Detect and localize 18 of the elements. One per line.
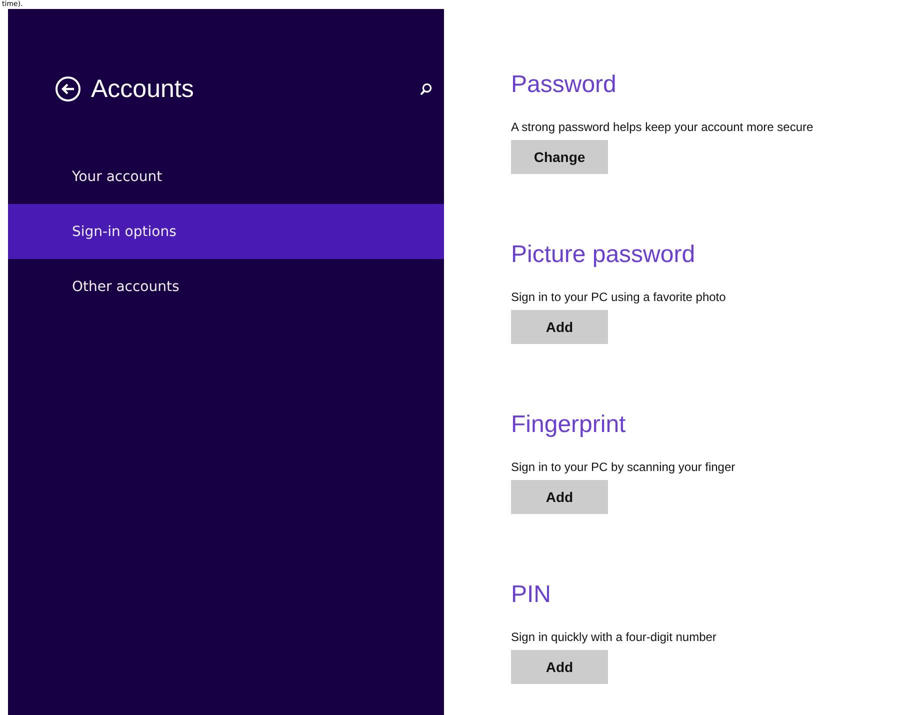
- section-heading: Fingerprint: [511, 411, 627, 440]
- section-description: Sign in quickly with a four-digit number: [511, 630, 718, 644]
- section-description: Sign in to your PC using a favorite photo: [511, 290, 727, 304]
- section-description: A strong password helps keep your account more secure: [511, 120, 814, 134]
- action-button[interactable]: Add: [511, 310, 608, 344]
- sidebar-item[interactable]: Your account: [8, 149, 444, 204]
- section-heading: PIN: [511, 581, 552, 610]
- back-icon[interactable]: [55, 76, 81, 102]
- action-button[interactable]: Change: [511, 140, 608, 174]
- search-icon[interactable]: [420, 82, 432, 96]
- sidebar-item[interactable]: Sign-in options: [8, 204, 444, 259]
- action-button[interactable]: Add: [511, 480, 608, 514]
- sidebar-title: Accounts: [91, 74, 195, 104]
- section-heading: Picture password: [511, 241, 696, 270]
- sidebar-item[interactable]: Other accounts: [8, 259, 444, 314]
- action-button[interactable]: Add: [511, 650, 608, 684]
- section-heading: Password: [511, 71, 618, 100]
- section-description: Sign in to your PC by scanning your finger: [511, 460, 736, 474]
